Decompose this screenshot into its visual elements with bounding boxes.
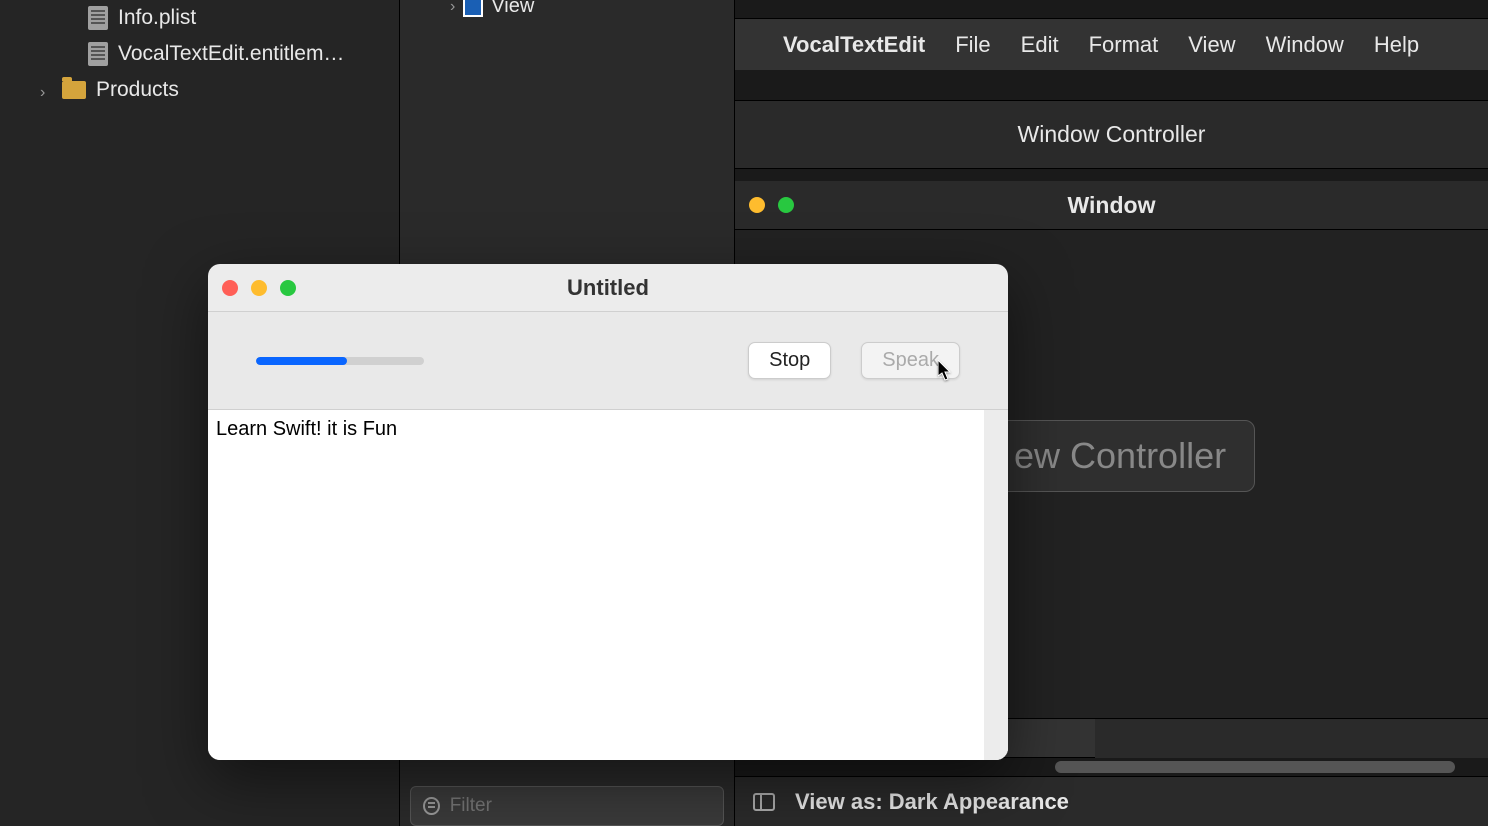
outline-item-view[interactable]: › View [450,0,534,18]
outline-filter[interactable] [410,786,724,826]
panel-toggle-icon[interactable] [753,793,775,811]
menu-app-name[interactable]: VocalTextEdit [783,32,925,58]
menu-window[interactable]: Window [1266,32,1344,58]
menu-edit[interactable]: Edit [1021,32,1059,58]
menu-file[interactable]: File [955,32,990,58]
text-editor-area[interactable]: Learn Swift! it is Fun [208,410,1008,760]
file-label: Products [96,78,179,102]
plist-file-icon [88,6,108,30]
close-icon[interactable] [222,280,238,296]
ib-window-titlebar: Window [735,181,1488,229]
vertical-scrollbar[interactable] [984,410,1008,760]
zoom-icon[interactable] [778,197,794,213]
chevron-right-icon: › [40,84,52,96]
speech-progress-bar [256,357,424,365]
minimize-icon[interactable] [749,197,765,213]
view-object-icon [463,0,483,17]
stop-button[interactable]: Stop [748,342,831,379]
file-info-plist[interactable]: Info.plist [0,0,399,36]
menu-help[interactable]: Help [1374,32,1419,58]
app-window-title: Untitled [208,275,1008,301]
entitlements-file-icon [88,42,108,66]
horizontal-scrollbar[interactable] [735,758,1488,776]
file-label: VocalTextEdit.entitlem… [118,42,344,66]
file-entitlements[interactable]: VocalTextEdit.entitlem… [0,36,399,72]
outline-item-label: View [491,0,534,18]
folder-products[interactable]: › Products [0,72,399,108]
file-label: Info.plist [118,6,196,30]
menu-format[interactable]: Format [1089,32,1159,58]
mouse-cursor-icon [938,360,954,382]
app-window[interactable]: Untitled Stop Speak Learn Swift! it is F… [208,264,1008,760]
ib-menubar[interactable]: VocalTextEdit File Edit Format View Wind… [735,18,1488,70]
window-controller-label: Window Controller [735,100,1488,169]
folder-icon [62,81,86,99]
app-titlebar[interactable]: Untitled [208,264,1008,312]
ib-ruler-segment [1095,718,1488,758]
app-traffic-lights [222,280,296,296]
menu-view[interactable]: View [1188,32,1235,58]
zoom-icon[interactable] [280,280,296,296]
view-as-label[interactable]: View as: Dark Appearance [795,789,1069,815]
text-content: Learn Swift! it is Fun [216,418,397,440]
chevron-right-icon: › [450,0,455,16]
app-toolbar: Stop Speak [208,312,1008,410]
scrollbar-thumb[interactable] [1055,761,1455,773]
minimize-icon[interactable] [251,280,267,296]
progress-fill [256,357,347,365]
ib-bottom-bar: View as: Dark Appearance [735,776,1488,826]
filter-icon [423,797,440,815]
filter-input[interactable] [450,795,711,817]
ib-traffic-lights [749,197,794,213]
view-controller-label[interactable]: ew Controller [985,420,1255,492]
ib-window-title: Window [735,192,1488,219]
